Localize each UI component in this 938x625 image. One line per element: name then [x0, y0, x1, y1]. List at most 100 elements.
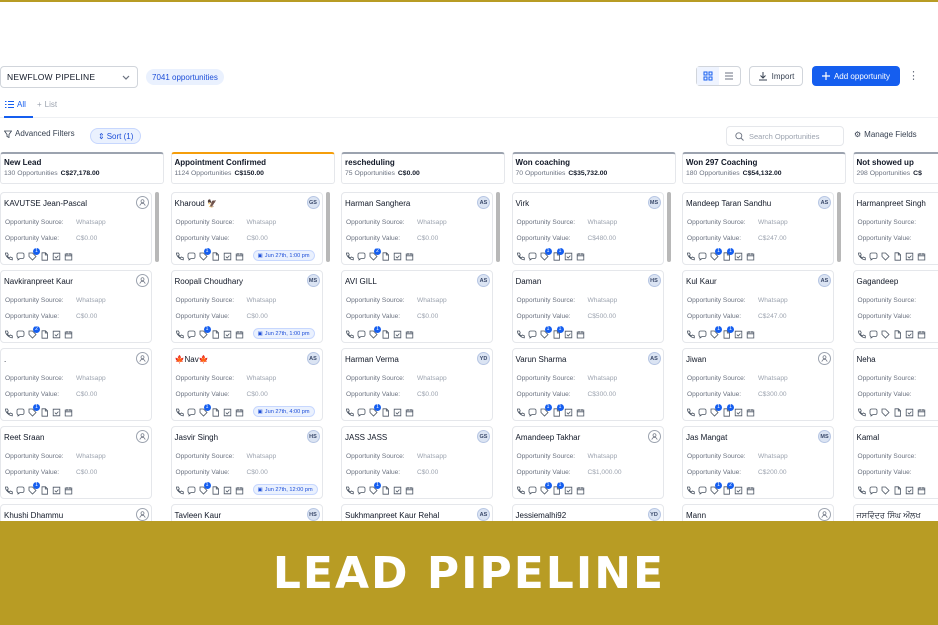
phone-icon[interactable] — [4, 330, 13, 339]
tag-icon[interactable] — [881, 330, 890, 339]
document-icon[interactable]: 1 — [552, 481, 564, 495]
search-input[interactable]: Search Opportunities — [726, 126, 844, 146]
tag-icon[interactable]: 1 — [710, 481, 722, 495]
phone-icon[interactable] — [516, 408, 525, 417]
calendar-icon[interactable] — [917, 330, 926, 339]
calendar-icon[interactable] — [235, 330, 244, 339]
opportunity-card[interactable]: KAVUTSE Jean-Pascal Opportunity Source: Wh… — [0, 192, 152, 265]
message-icon[interactable] — [869, 252, 878, 261]
calendar-icon[interactable] — [746, 408, 755, 417]
phone-icon[interactable] — [516, 486, 525, 495]
card-name[interactable]: Jessiemalhi92 — [516, 511, 567, 520]
opportunity-card[interactable]: Kamal Opportunity Source: Opportunity Valu… — [852, 426, 938, 499]
appointment-chip[interactable]: ▣ Jun 27th, 12:00 pm — [252, 484, 318, 495]
assignee-avatar[interactable]: HS — [647, 274, 661, 287]
document-icon[interactable]: 2 — [722, 481, 734, 495]
opportunity-card[interactable]: Harman Sanghera AS Opportunity Source: What… — [341, 192, 493, 265]
message-icon[interactable] — [698, 252, 707, 261]
calendar-icon[interactable] — [917, 486, 926, 495]
tag-icon[interactable]: 1 — [540, 247, 552, 261]
assignee-avatar[interactable]: HS — [306, 508, 320, 521]
card-name[interactable]: Gagandeep — [857, 277, 899, 286]
card-name[interactable]: Harmanpreet Singh — [857, 199, 926, 208]
assignee-avatar[interactable]: MS — [647, 196, 661, 209]
tag-icon[interactable]: 1 — [199, 325, 211, 339]
tag-icon[interactable] — [881, 252, 890, 261]
task-icon[interactable] — [52, 330, 61, 339]
pipeline-select[interactable]: NEWFLOW PIPELINE — [0, 66, 138, 88]
message-icon[interactable] — [698, 330, 707, 339]
document-icon[interactable] — [381, 251, 390, 261]
unassigned-user-icon[interactable] — [818, 352, 831, 365]
message-icon[interactable] — [357, 486, 366, 495]
phone-icon[interactable] — [4, 486, 13, 495]
phone-icon[interactable] — [345, 408, 354, 417]
manage-fields-button[interactable]: ⚙ Manage Fields — [854, 130, 917, 139]
document-icon[interactable]: 1 — [722, 325, 734, 339]
task-icon[interactable] — [223, 330, 232, 339]
message-icon[interactable] — [16, 252, 25, 261]
unassigned-user-icon[interactable] — [136, 274, 149, 287]
calendar-icon[interactable] — [64, 330, 73, 339]
tag-icon[interactable]: 1 — [369, 403, 381, 417]
tag-icon[interactable]: 1 — [369, 481, 381, 495]
phone-icon[interactable] — [516, 330, 525, 339]
message-icon[interactable] — [357, 252, 366, 261]
opportunity-card[interactable]: 🍁Nav🍁 AS Opportunity Source: Whatsapp Opport… — [170, 348, 323, 421]
opportunity-card[interactable]: Harman Verma YD Opportunity Source: Whatsap… — [341, 348, 493, 421]
document-icon[interactable] — [381, 329, 390, 339]
column-scrollbar[interactable] — [325, 192, 330, 262]
tag-icon[interactable]: 1 — [710, 247, 722, 261]
phone-icon[interactable] — [686, 330, 695, 339]
calendar-icon[interactable] — [917, 252, 926, 261]
assignee-avatar[interactable]: AS — [306, 352, 320, 365]
card-name[interactable]: . — [4, 355, 6, 364]
document-icon[interactable] — [893, 329, 902, 339]
calendar-icon[interactable] — [576, 408, 585, 417]
unassigned-user-icon[interactable] — [136, 352, 149, 365]
document-icon[interactable] — [893, 407, 902, 417]
task-icon[interactable] — [564, 486, 573, 495]
assignee-avatar[interactable]: AS — [818, 196, 831, 209]
card-name[interactable]: Navkiranpreet Kaur — [4, 277, 73, 286]
calendar-icon[interactable] — [405, 330, 414, 339]
calendar-icon[interactable] — [405, 252, 414, 261]
card-name[interactable]: Neha — [857, 355, 876, 364]
appointment-chip[interactable]: ▣ Jun 27th, 4:00 pm — [252, 406, 315, 417]
unassigned-user-icon[interactable] — [647, 430, 661, 443]
phone-icon[interactable] — [516, 252, 525, 261]
message-icon[interactable] — [187, 252, 196, 261]
phone-icon[interactable] — [175, 330, 184, 339]
tag-icon[interactable]: 2 — [28, 325, 40, 339]
assignee-avatar[interactable]: GS — [306, 196, 320, 209]
message-icon[interactable] — [357, 408, 366, 417]
phone-icon[interactable] — [857, 486, 866, 495]
tab-all[interactable]: All — [5, 100, 26, 109]
list-view-button[interactable] — [719, 67, 741, 85]
phone-icon[interactable] — [345, 252, 354, 261]
phone-icon[interactable] — [686, 408, 695, 417]
opportunity-card[interactable]: Virk MS Opportunity Source: Whatsapp Opportu… — [511, 192, 664, 265]
opportunity-card[interactable]: Jas Mangat MS Opportunity Source: Whatsapp O… — [682, 426, 834, 499]
calendar-icon[interactable] — [576, 330, 585, 339]
phone-icon[interactable] — [857, 408, 866, 417]
calendar-icon[interactable] — [235, 486, 244, 495]
phone-icon[interactable] — [175, 252, 184, 261]
unassigned-user-icon[interactable] — [136, 508, 149, 521]
opportunity-card[interactable]: AVI GILL AS Opportunity Source: Whatsapp Opp… — [341, 270, 493, 343]
document-icon[interactable] — [40, 329, 49, 339]
card-name[interactable]: Reet Sraan — [4, 433, 44, 442]
task-icon[interactable] — [734, 330, 743, 339]
tag-icon[interactable]: 1 — [199, 403, 211, 417]
tag-icon[interactable]: 1 — [199, 481, 211, 495]
calendar-icon[interactable] — [746, 486, 755, 495]
more-options-icon[interactable]: ⋮ — [908, 70, 919, 82]
document-icon[interactable] — [893, 485, 902, 495]
card-name[interactable]: Daman — [516, 277, 542, 286]
card-name[interactable]: Varun Sharma — [516, 355, 567, 364]
card-name[interactable]: Jiwan — [686, 355, 706, 364]
message-icon[interactable] — [698, 486, 707, 495]
calendar-icon[interactable] — [917, 408, 926, 417]
document-icon[interactable] — [211, 251, 220, 261]
tag-icon[interactable]: 1 — [28, 481, 40, 495]
